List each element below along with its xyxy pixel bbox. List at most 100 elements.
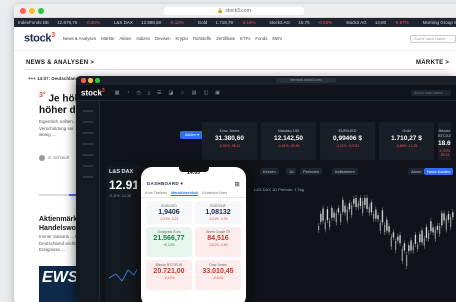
quote-name: Nasdaq 100 (277, 128, 300, 133)
quote-change: -0,31% -96,11 (218, 144, 241, 148)
list-icon[interactable]: ☰ (157, 90, 161, 96)
tile-name: Goldpreis Euro (157, 230, 181, 234)
sidebar-item[interactable] (83, 176, 93, 178)
ticker-item[interactable]: L&S DAX 12.898,50 -0,12% (114, 20, 191, 25)
terminal-maximize-button[interactable] (95, 78, 100, 83)
market-tile[interactable]: Goldpreis Euro 21.566,77 +0,13% (146, 227, 192, 257)
quote-card[interactable]: Nasdaq 100 12.142,50 -0,41% -49,89 (261, 122, 316, 160)
ticker-value: 12.679,76 (57, 20, 78, 25)
phone-tab[interactable]: Konfektor Bars (202, 191, 227, 195)
phone-tab[interactable]: Kurs Tableau (145, 191, 167, 195)
nav-item[interactable]: Rohstoffe (193, 36, 211, 41)
minimize-window-button[interactable] (29, 8, 35, 14)
sidebar-item[interactable] (83, 165, 93, 167)
bag-icon[interactable]: ◫ (203, 90, 208, 96)
ticker-name: Morning Group SE (422, 20, 456, 25)
maximize-window-button[interactable] (38, 8, 44, 14)
sidebar-item[interactable] (83, 121, 93, 123)
grid-icon[interactable]: ▦ (115, 90, 120, 96)
market-tile[interactable]: EUR/USD 1,9406 -0,21% -0,21 (146, 201, 192, 224)
author-avatar (39, 155, 45, 161)
bell-icon[interactable]: ◔ (126, 90, 129, 96)
nav-item[interactable]: Krypto (176, 36, 188, 41)
quote-value: 12.142,50 (274, 135, 303, 142)
markets-section-title[interactable]: MÄRKTE > (416, 60, 449, 66)
ticker-change: -0,65% (317, 20, 333, 25)
sidebar-item[interactable] (83, 154, 93, 156)
phone-tab[interactable]: Marktüberblick (171, 191, 199, 196)
trading-terminal-window: terminal.stock3.com stock3 ▦ ◔ ◷ ⤓ ☰ ◪ ☆ ▤ ◫ ▣ Su… (76, 76, 456, 302)
quote-change: -0,11% -0,0011 (335, 144, 360, 148)
quote-change: -0,41% -49,89 (277, 144, 300, 148)
market-tile[interactable]: EUR/CHF 1,08132 -0,21% -0,03 (195, 201, 241, 224)
market-tile[interactable]: Brent Crude Öl 84,516 -0,81% -0,50 (195, 227, 241, 257)
quote-card[interactable]: Bitcoin BTC/USD 18.691,7... -0,31% -59,24 (438, 122, 451, 160)
ticker-item[interactable]: stock3 AG 16,75 -0,65% (270, 20, 340, 25)
star-icon[interactable]: ☆ (180, 90, 184, 96)
phone-notch (179, 167, 209, 172)
address-bar[interactable]: 🔒 stock3.com (164, 7, 304, 15)
tile-name: EUR/USD (161, 204, 177, 208)
nav-item[interactable]: Märkte (101, 36, 114, 41)
ticker-item[interactable]: Gold 1.718,79 -0,19% (198, 20, 263, 25)
sidebar-item[interactable] (83, 110, 93, 112)
stock3-mark-icon: 3° (39, 92, 46, 99)
ticker-value: 1.718,79 (215, 20, 234, 25)
quote-card[interactable]: Gold 1.710,27 $ -0,65% -11,25 (379, 122, 434, 160)
terminal-close-button[interactable] (81, 78, 86, 83)
news-section-title[interactable]: NEWS & ANALYSEN > (26, 60, 94, 66)
ticker-item[interactable]: stock3 AG 14,80 -6,87% (346, 20, 416, 25)
quote-value: 0,99406 $ (333, 135, 362, 142)
browser-chrome: 🔒 stock3.com (14, 4, 456, 18)
smartphone: 14:05 DASHBOARD ▾ ⊞ Kurs Tableau Marktüber… (137, 163, 250, 302)
dashboard-header[interactable]: DASHBOARD ▾ ⊞ (141, 179, 246, 189)
nav-item[interactable]: Mehr (272, 36, 282, 41)
nav-item[interactable]: Zertifikate (216, 36, 235, 41)
terminal-address-bar[interactable]: terminal.stock3.com (276, 78, 336, 83)
terminal-minimize-button[interactable] (88, 78, 93, 83)
nav-item[interactable]: Aktien (119, 36, 131, 41)
clock-icon[interactable]: ◷ (136, 90, 140, 96)
quote-name: EUR/USD (338, 128, 357, 133)
market-tile[interactable]: Bitcoin BTC/EUR 20.721,00 -0,31% (146, 260, 192, 290)
market-tile[interactable]: Dow Jones 33.010,45 -0,21% (195, 260, 241, 290)
phone-tabs: Kurs Tableau Marktüberblick Konfektor Bars (141, 189, 246, 198)
main-nav: News & Analysen Märkte Aktien Indizes Devise… (63, 36, 282, 41)
terminal-logo[interactable]: stock3 (81, 88, 105, 98)
nav-item[interactable]: Devisen (155, 36, 171, 41)
site-search-input[interactable]: Suche nach Name (410, 34, 456, 43)
ticker-name: L&S DAX (113, 20, 133, 25)
nav-item[interactable]: Fonds (255, 36, 267, 41)
nav-item[interactable]: ETFs (240, 36, 250, 41)
sidebar-item[interactable] (83, 132, 93, 134)
tile-value: 1,08132 (205, 209, 231, 216)
address-text: stock3.com (225, 8, 251, 14)
close-window-button[interactable] (20, 8, 26, 14)
nav-item[interactable]: Indizes (136, 36, 150, 41)
ticker-value: 14,80 (374, 20, 387, 25)
quote-value: 1.710,27 $ (391, 135, 422, 142)
quote-name: Dow Jones (219, 128, 240, 133)
grid-icon[interactable]: ⊞ (235, 181, 240, 188)
terminal-search-input[interactable]: Suche nach Name (411, 89, 451, 96)
chart-icon[interactable]: ◪ (169, 90, 174, 96)
ticker-bar: IndexFonds DE 12.679,76 -0,30% L&S DAX 12… (14, 18, 456, 27)
ticker-item[interactable]: Morning Group SE 8,230 +5,76% (423, 20, 456, 25)
stock3-logo[interactable]: stock3 (24, 32, 55, 45)
nav-item[interactable]: News & Analysen (63, 36, 96, 41)
calendar-icon[interactable]: ▤ (192, 90, 197, 96)
quote-card[interactable]: EUR/USD 0,99406 $ -0,11% -0,0011 (320, 122, 375, 160)
quote-card[interactable]: Dow Jones 31.380,60 -0,31% -96,11 (202, 122, 257, 160)
box-icon[interactable]: ▣ (215, 90, 220, 96)
ticker-name: Gold (197, 20, 208, 25)
download-icon[interactable]: ⤓ (148, 90, 150, 96)
author-line: S. Schmidt (39, 155, 69, 161)
tile-change: -0,31% (163, 276, 175, 280)
ticker-item[interactable]: IndexFonds DE 12.679,76 -0,30% (18, 20, 107, 25)
ticker-name: stock3 AG (269, 20, 291, 25)
sidebar-item[interactable] (83, 143, 93, 145)
quote-bar: Dow Jones 31.380,60 -0,31% -96,11 Nasdaq 10… (106, 122, 451, 160)
terminal-icon-bar: ▦ ◔ ◷ ⤓ ☰ ◪ ☆ ▤ ◫ ▣ (115, 90, 220, 96)
tile-value: 33.010,45 (202, 268, 234, 275)
quote-value: 31.380,60 (215, 135, 244, 142)
